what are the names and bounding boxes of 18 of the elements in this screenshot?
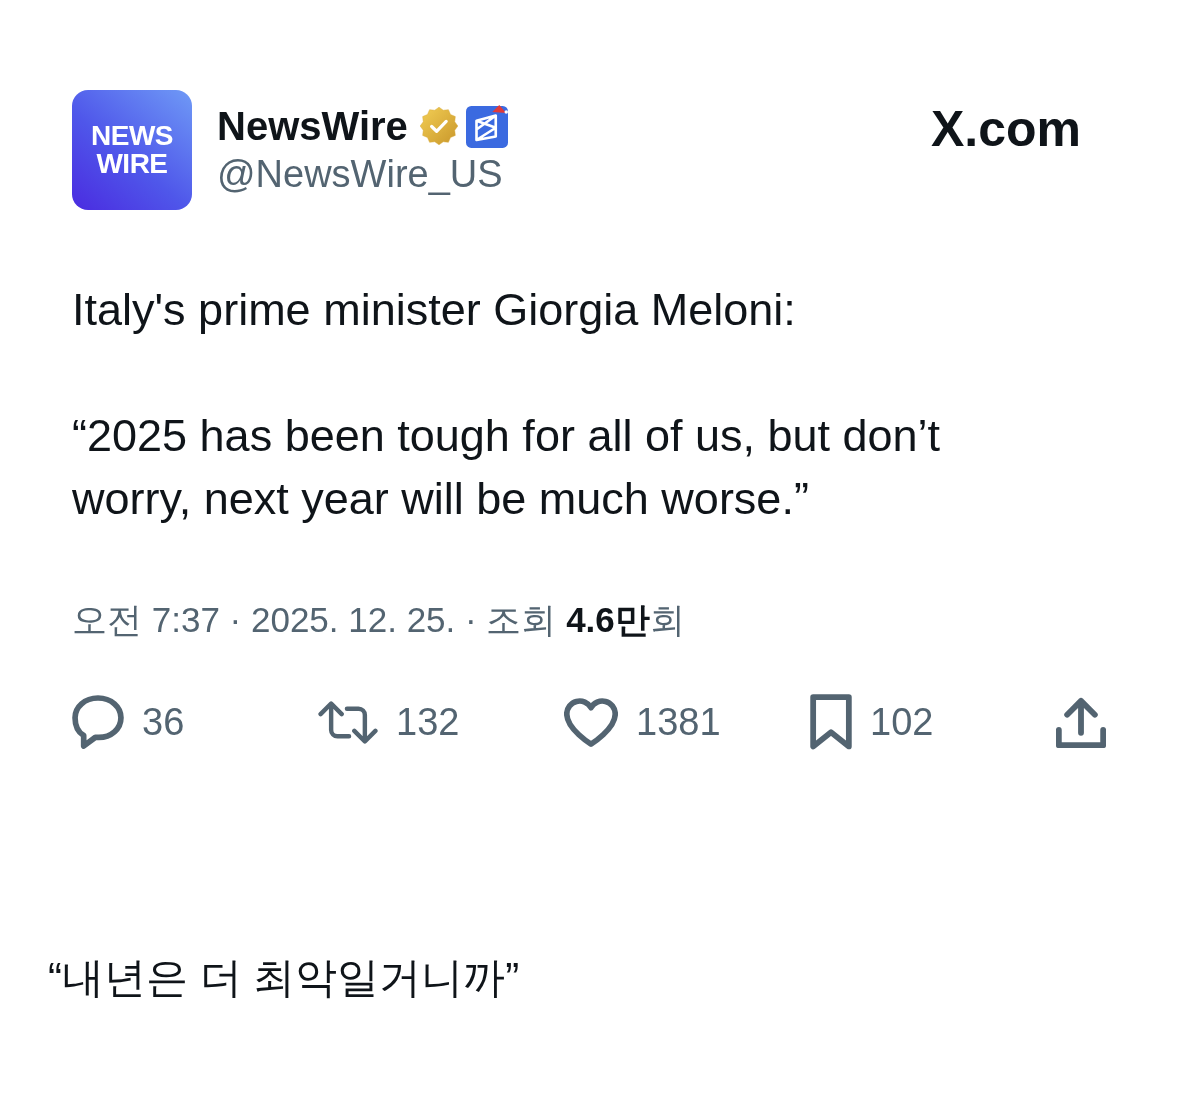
post-text: “2025 has been tough for all of us, but don’t worry, next year will be much worse.”: [72, 409, 942, 526]
source-label: X.com: [930, 100, 1081, 158]
share-button[interactable]: [1056, 696, 1106, 748]
heart-icon: [564, 697, 618, 747]
post-text: Italy's prime minister Giorgia Meloni:: [72, 283, 797, 337]
share-icon: [1056, 696, 1106, 748]
repost-button[interactable]: 132: [318, 700, 460, 744]
avatar-logo[interactable]: NEWS WIRE: [72, 90, 192, 210]
caption-text: “내년은 더 최악일거니까”: [48, 953, 521, 1003]
bookmark-button[interactable]: 102: [810, 694, 934, 750]
reply-button[interactable]: 36: [72, 695, 185, 749]
speech-bubble-icon: [72, 695, 124, 749]
account-name[interactable]: NewsWire: [217, 102, 408, 150]
account-handle[interactable]: @NewsWire_US: [217, 150, 508, 198]
repost-arrows-icon: [318, 700, 378, 744]
post-meta: 오전 7:37 · 2025. 12. 25. · 조회 4.6만회: [72, 599, 686, 641]
like-button[interactable]: 1381: [564, 697, 721, 747]
bookmark-icon: [810, 694, 852, 750]
